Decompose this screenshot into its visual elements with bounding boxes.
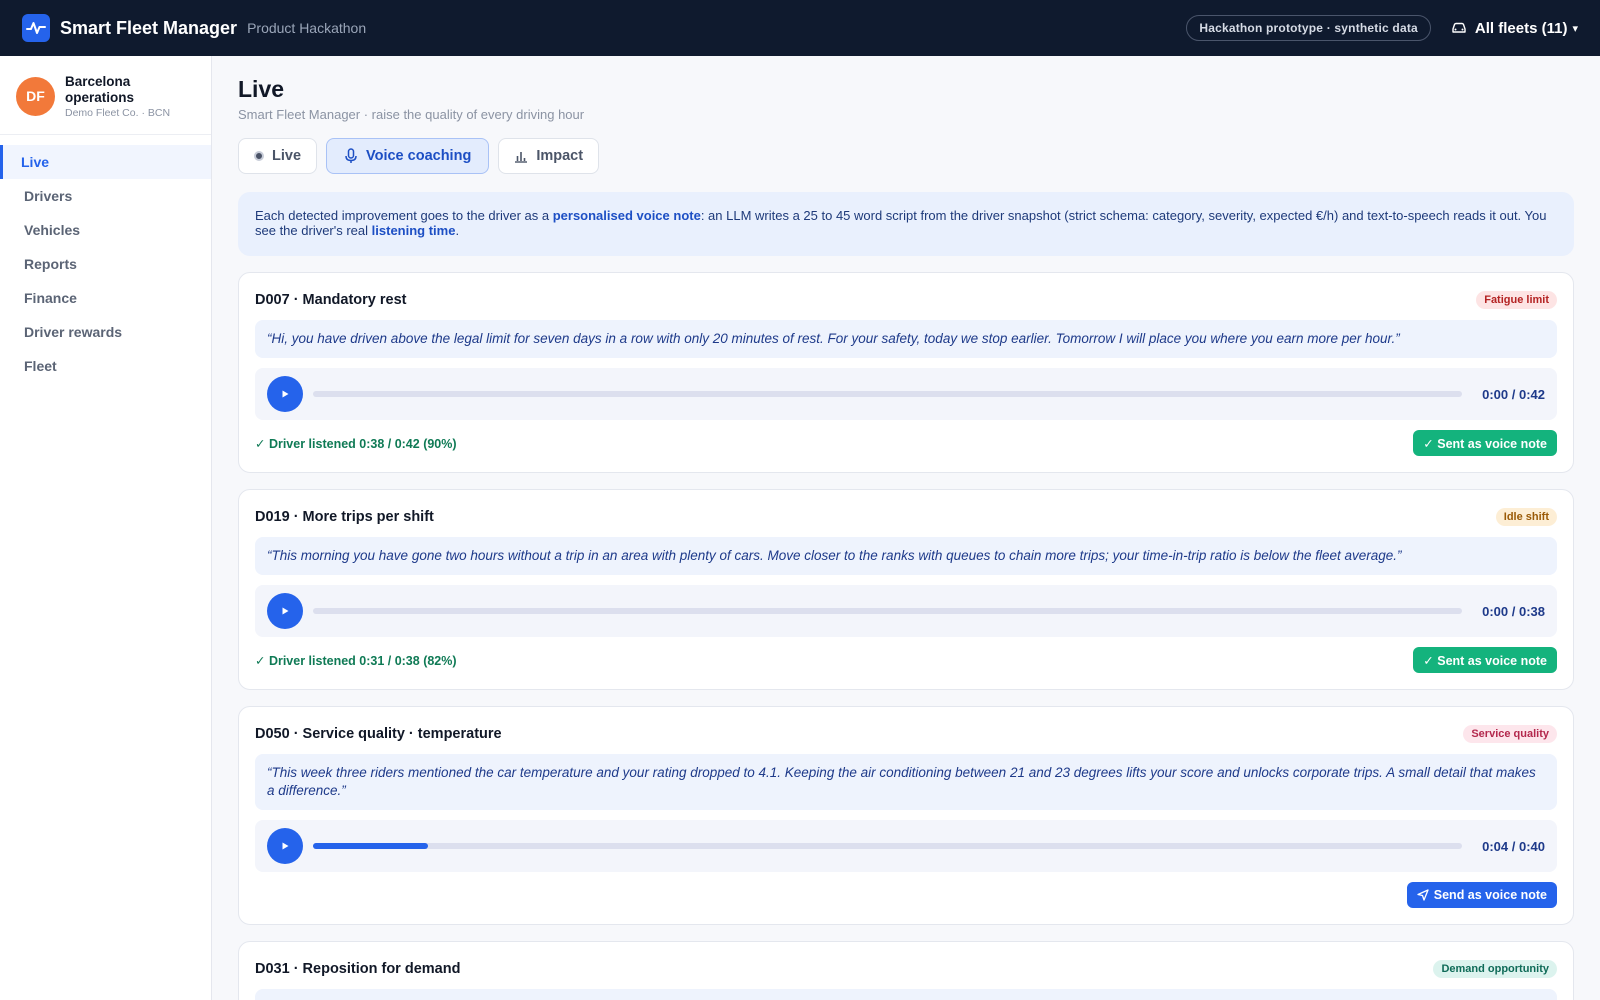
coaching-card: D007 · Mandatory rest Fatigue limit “Hi,… <box>238 272 1574 473</box>
play-icon <box>282 842 289 850</box>
category-badge: Fatigue limit <box>1476 291 1557 309</box>
voice-script <box>255 989 1557 1000</box>
fleet-selector-label: All fleets (11) <box>1474 19 1568 37</box>
sidebar-item-vehicles[interactable]: Vehicles <box>0 213 211 247</box>
info-text: . <box>455 223 460 238</box>
page-subtitle: Smart Fleet Manager · raise the quality … <box>238 107 585 122</box>
card-title: D007 · Mandatory rest <box>255 292 407 308</box>
org-name: Barcelona operations <box>65 73 135 105</box>
pulse-logo-icon <box>22 14 50 42</box>
chevron-down-icon: ▾ <box>1572 22 1578 35</box>
audio-player: 0:00 / 0:38 <box>255 585 1557 637</box>
audio-time: 0:00 / 0:38 <box>1482 603 1545 619</box>
send-voice-note-label: Send as voice note <box>1433 888 1547 902</box>
sidebar-item-driver-rewards[interactable]: Driver rewards <box>0 315 211 349</box>
info-banner: Each detected improvement goes to the dr… <box>238 192 1574 256</box>
page-title: Live <box>238 76 285 102</box>
audio-progress-fill <box>313 843 428 849</box>
tab-impact[interactable]: Impact <box>498 138 600 174</box>
sidebar-nav: Live Drivers Vehicles Reports Finance Dr… <box>0 135 211 383</box>
main-content: Live Smart Fleet Manager · raise the qua… <box>212 56 1600 1000</box>
tab-voice-coaching[interactable]: Voice coaching <box>326 138 490 174</box>
play-icon <box>282 607 289 615</box>
sent-voice-note-button[interactable]: ✓ Sent as voice note <box>1413 647 1557 673</box>
org-subtitle: Demo Fleet Co. · BCN <box>65 106 171 119</box>
play-button[interactable] <box>267 593 303 629</box>
voice-script: “This week three riders mentioned the ca… <box>255 754 1557 810</box>
sidebar-item-live[interactable]: Live <box>0 145 211 179</box>
fleet-selector[interactable]: All fleets (11) ▾ <box>1451 20 1578 37</box>
brand-name: Smart Fleet Manager <box>60 17 238 38</box>
category-badge: Demand opportunity <box>1433 960 1557 978</box>
bar-chart-icon <box>514 149 528 163</box>
car-icon <box>1451 21 1467 35</box>
audio-progress-track[interactable] <box>313 608 1463 614</box>
sidebar-item-reports[interactable]: Reports <box>0 247 211 281</box>
category-badge: Service quality <box>1463 725 1557 743</box>
play-icon <box>282 390 289 398</box>
listened-status: ✓ Driver listened 0:31 / 0:38 (82%) <box>255 653 457 668</box>
info-emphasis: personalised voice note <box>552 208 701 223</box>
audio-time: 0:04 / 0:40 <box>1482 838 1545 854</box>
sent-voice-note-button[interactable]: ✓ Sent as voice note <box>1413 430 1557 456</box>
prototype-pill: Hackathon prototype · synthetic data <box>1186 15 1431 41</box>
send-voice-note-button[interactable]: Send as voice note <box>1406 882 1557 908</box>
sidebar-item-finance[interactable]: Finance <box>0 281 211 315</box>
top-bar: Smart Fleet Manager Product Hackathon Ha… <box>0 0 1600 56</box>
coaching-card: D050 · Service quality · temperature Ser… <box>238 706 1574 925</box>
coaching-card: D019 · More trips per shift Idle shift “… <box>238 489 1574 690</box>
play-button[interactable] <box>267 376 303 412</box>
sidebar-item-drivers[interactable]: Drivers <box>0 179 211 213</box>
info-text: Each detected improvement goes to the dr… <box>255 208 553 223</box>
avatar: DF <box>16 76 55 116</box>
voice-script: “Hi, you have driven above the legal lim… <box>255 320 1557 358</box>
view-tabs: Live Voice coaching Impact <box>238 138 1574 174</box>
voice-script: “This morning you have gone two hours wi… <box>255 537 1557 575</box>
card-title: D050 · Service quality · temperature <box>255 726 502 742</box>
microphone-icon <box>344 148 358 164</box>
send-icon <box>1417 889 1429 901</box>
tab-label: Live <box>272 148 302 164</box>
audio-time: 0:00 / 0:42 <box>1482 386 1545 402</box>
tab-live[interactable]: Live <box>238 138 318 174</box>
coaching-card: D031 · Reposition for demand Demand oppo… <box>238 941 1574 1000</box>
listened-status: ✓ Driver listened 0:38 / 0:42 (90%) <box>255 436 457 451</box>
audio-player: 0:04 / 0:40 <box>255 820 1557 872</box>
tab-label: Impact <box>536 148 584 164</box>
info-emphasis: listening time <box>371 223 456 238</box>
card-title: D031 · Reposition for demand <box>255 961 461 977</box>
audio-progress-track[interactable] <box>313 843 1463 849</box>
sidebar: DF Barcelona operations Demo Fleet Co. ·… <box>0 56 212 1000</box>
sidebar-item-fleet[interactable]: Fleet <box>0 349 211 383</box>
category-badge: Idle shift <box>1495 508 1557 526</box>
card-title: D019 · More trips per shift <box>255 509 434 525</box>
org-switcher[interactable]: DF Barcelona operations Demo Fleet Co. ·… <box>0 56 211 135</box>
audio-progress-track[interactable] <box>313 391 1463 397</box>
tab-label: Voice coaching <box>366 148 472 164</box>
audio-player: 0:00 / 0:42 <box>255 368 1557 420</box>
brand-subtitle: Product Hackathon <box>247 20 367 36</box>
status-dot-icon <box>254 151 264 161</box>
play-button[interactable] <box>267 828 303 864</box>
